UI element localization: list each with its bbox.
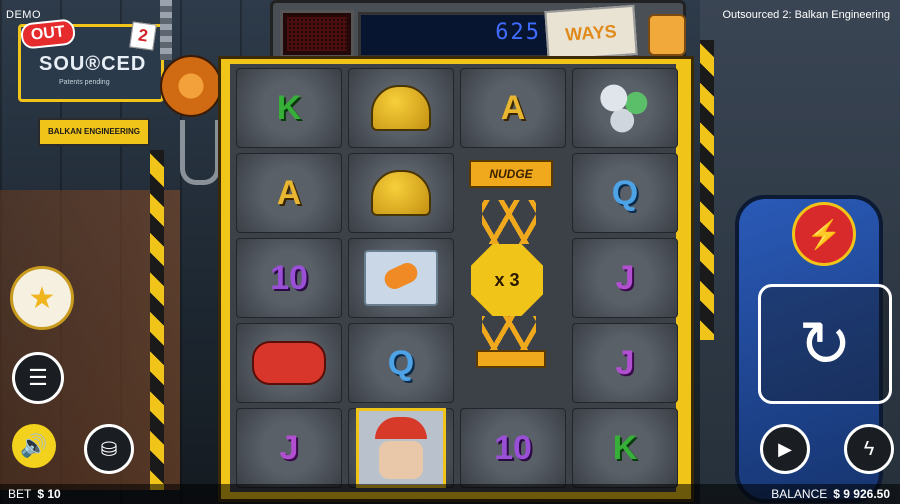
- demo-label: DEMO: [6, 9, 41, 21]
- hazard-tape-decoration: [700, 40, 714, 340]
- lightning-icon: ϟ: [863, 437, 875, 460]
- lightning-icon: ⚡: [806, 218, 842, 250]
- scissor-lift-base: [476, 350, 546, 368]
- bet-button[interactable]: ⛁: [84, 424, 134, 474]
- reel-cell: [348, 408, 454, 488]
- logo-out-badge: OUT: [19, 18, 76, 50]
- pulley-decoration: [160, 55, 222, 117]
- favorite-button[interactable]: ★: [10, 266, 74, 330]
- helmet-symbol: [371, 85, 431, 131]
- reel-cell: Q: [572, 153, 678, 233]
- symbol-a: A: [500, 88, 526, 127]
- scissor-lift-upper: [482, 200, 536, 244]
- led-panel-decoration: [280, 10, 354, 58]
- reel-cell: 10: [460, 408, 566, 488]
- cans-symbol: [597, 83, 653, 133]
- menu-button[interactable]: ☰: [12, 352, 64, 404]
- symbol-q: Q: [611, 173, 639, 212]
- symbol-j: J: [615, 258, 635, 297]
- balance-label: BALANCE: [771, 487, 828, 501]
- bottom-bar: [0, 484, 900, 504]
- symbol-a: A: [276, 173, 302, 212]
- reel-cell: 10: [236, 238, 342, 318]
- spin-button[interactable]: ↻: [758, 284, 892, 404]
- bet-value: $ 10: [37, 487, 61, 501]
- reel-grid: K A A Q 10 J Q J J 10 K: [230, 64, 678, 492]
- nudge-label: NUDGE: [469, 160, 553, 188]
- reel-cell: [348, 153, 454, 233]
- reel-cell: A: [236, 153, 342, 233]
- symbol-k: K: [276, 88, 302, 127]
- reel-cell: [348, 68, 454, 148]
- bet-display: BET $ 10: [8, 487, 61, 501]
- logo-main-text: SOU®CED: [39, 53, 147, 75]
- quickspin-button[interactable]: ϟ: [844, 424, 894, 474]
- nudge-lift-top: NUDGE: [469, 160, 553, 202]
- autoplay-button[interactable]: ▶: [760, 424, 810, 474]
- ways-count: 625: [495, 20, 541, 45]
- reel-cell: J: [236, 408, 342, 488]
- logo-tagline: Patents pending: [59, 79, 110, 86]
- balance-display: BALANCE $ 9 926.50: [771, 487, 890, 501]
- logo-number: 2: [129, 21, 157, 51]
- reel-cell: J: [572, 238, 678, 318]
- chain-decoration: [160, 0, 172, 60]
- symbol-10: 10: [494, 428, 532, 467]
- game-title: Outsourced 2: Balkan Engineering: [722, 9, 890, 21]
- logo-subtitle-sign: BALKAN ENGINEERING: [38, 118, 150, 146]
- game-logo: OUT SOU®CED Patents pending 2: [18, 18, 164, 102]
- sound-button[interactable]: 🔊: [12, 424, 56, 468]
- spin-arrow-icon: ↻: [798, 307, 852, 380]
- turbo-button[interactable]: ⚡: [792, 202, 856, 266]
- symbol-q: Q: [387, 343, 415, 382]
- ways-label: WAYS: [544, 4, 638, 62]
- helmet-symbol: [371, 170, 431, 216]
- coin-stack-icon: ⛁: [100, 438, 118, 461]
- speaker-icon: 🔊: [20, 433, 48, 458]
- reel-cell: A: [460, 68, 566, 148]
- worker-symbol: [356, 408, 446, 488]
- reel-cell: J: [572, 323, 678, 403]
- play-icon: ▶: [778, 438, 792, 459]
- reel-cell: [236, 323, 342, 403]
- glovebag-symbol: [364, 250, 438, 306]
- reel-cell: K: [236, 68, 342, 148]
- symbol-j: J: [615, 343, 635, 382]
- symbol-k: K: [612, 428, 638, 467]
- bet-label: BET: [8, 487, 32, 501]
- controller-symbol: [252, 341, 326, 385]
- reel-cell: [572, 68, 678, 148]
- padlock-icon: [648, 14, 686, 56]
- symbol-j: J: [279, 428, 299, 467]
- reel-cell: [348, 238, 454, 318]
- symbol-10: 10: [270, 258, 308, 297]
- reel-cell: K: [572, 408, 678, 488]
- ways-counter: 625: [358, 12, 550, 58]
- reel-cell: Q: [348, 323, 454, 403]
- star-icon: ★: [28, 281, 56, 315]
- hook-decoration: [180, 120, 220, 185]
- hazard-tape-decoration: [150, 150, 164, 490]
- multiplier-value: x 3: [494, 269, 520, 290]
- scissor-lift-lower: [482, 316, 536, 352]
- balance-value: $ 9 926.50: [833, 487, 890, 501]
- hamburger-menu-icon: ☰: [28, 365, 48, 390]
